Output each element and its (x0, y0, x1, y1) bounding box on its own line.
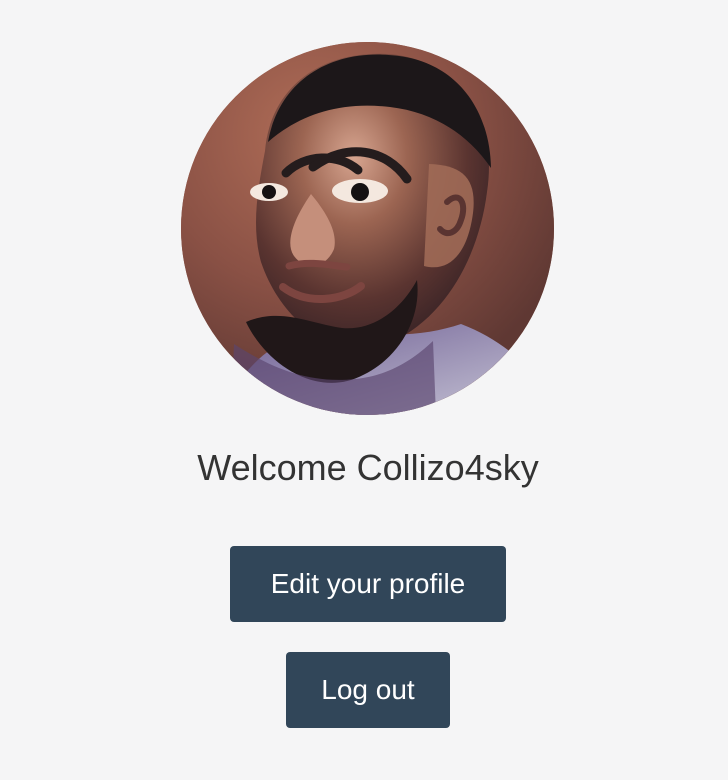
welcome-title: Welcome Collizo4sky (197, 447, 539, 488)
profile-card: Welcome Collizo4sky Edit your profile Lo… (0, 0, 728, 780)
edit-profile-button[interactable]: Edit your profile (230, 546, 506, 622)
avatar (181, 42, 554, 415)
logout-button[interactable]: Log out (286, 652, 450, 728)
profile-photo-icon (181, 42, 554, 415)
